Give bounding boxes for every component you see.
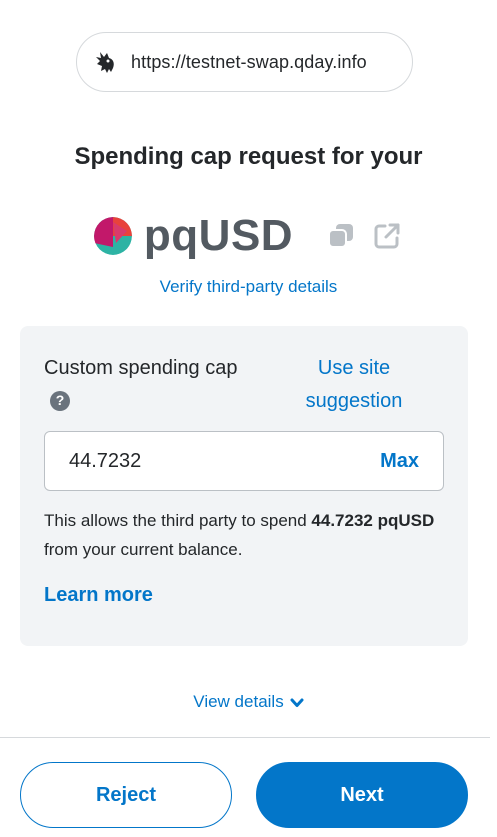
view-details-toggle[interactable]: View details: [0, 692, 497, 712]
page-title: Spending cap request for your: [74, 143, 423, 170]
spending-cap-input-box: Max: [44, 431, 444, 491]
help-icon[interactable]: ?: [50, 390, 70, 411]
desc-amount: 44.7232 pqUSD: [311, 511, 435, 530]
spending-cap-input[interactable]: [69, 449, 381, 473]
site-origin-pill: https://testnet-swap.qday.info: [76, 32, 413, 92]
spending-cap-card: Custom spending cap? Use site suggestion…: [20, 326, 468, 646]
origin-url: https://testnet-swap.qday.info: [131, 51, 367, 72]
copy-icon[interactable]: [325, 220, 357, 252]
max-button[interactable]: Max: [380, 450, 419, 473]
unicorn-icon: [93, 48, 119, 76]
token-symbol: pqUSD: [143, 211, 294, 260]
token-logo-icon: [93, 217, 132, 255]
token-row: pqUSD: [0, 208, 497, 264]
custom-spending-cap-label: Custom spending cap?: [44, 352, 244, 418]
desc-prefix: This allows the third party to spend: [44, 511, 312, 530]
chevron-down-icon: [290, 695, 304, 709]
spending-cap-page: https://testnet-swap.qday.info Spending …: [0, 0, 497, 837]
view-details-label: View details: [193, 692, 284, 711]
desc-suffix: from your current balance.: [44, 540, 243, 559]
next-button[interactable]: Next: [256, 762, 468, 828]
external-link-icon[interactable]: [371, 220, 403, 252]
verify-third-party-link[interactable]: Verify third-party details: [0, 277, 497, 297]
spending-description: This allows the third party to spend 44.…: [44, 506, 444, 564]
reject-button[interactable]: Reject: [20, 762, 232, 828]
use-site-suggestion-button[interactable]: Use site suggestion: [294, 352, 414, 418]
learn-more-link[interactable]: Learn more: [44, 584, 153, 607]
footer-divider: [0, 737, 490, 738]
custom-spending-cap-text: Custom spending cap: [44, 357, 238, 379]
